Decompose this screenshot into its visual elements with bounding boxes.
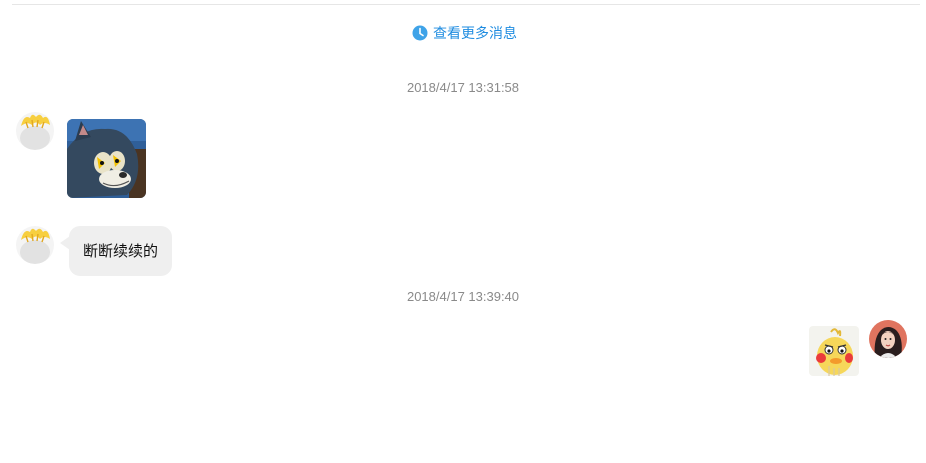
message-timestamp: 2018/4/17 13:39:40 [406, 289, 520, 304]
clock-icon [412, 25, 428, 41]
message-timestamp: 2018/4/17 13:31:58 [406, 80, 520, 95]
yellow-duck-sticker[interactable] [809, 326, 859, 376]
user-avatar[interactable] [869, 320, 907, 358]
contact-avatar[interactable] [16, 112, 54, 150]
view-more-label: 查看更多消息 [433, 26, 517, 42]
tom-cat-sticker[interactable] [67, 119, 146, 198]
contact-avatar[interactable] [16, 226, 54, 264]
chat-window: 查看更多消息 2018/4/17 13:31:58 断断续续的 2018/4/1… [0, 0, 926, 463]
divider [12, 4, 920, 5]
view-more-messages-link[interactable]: 查看更多消息 [412, 23, 517, 43]
message-bubble[interactable]: 断断续续的 [69, 226, 173, 276]
